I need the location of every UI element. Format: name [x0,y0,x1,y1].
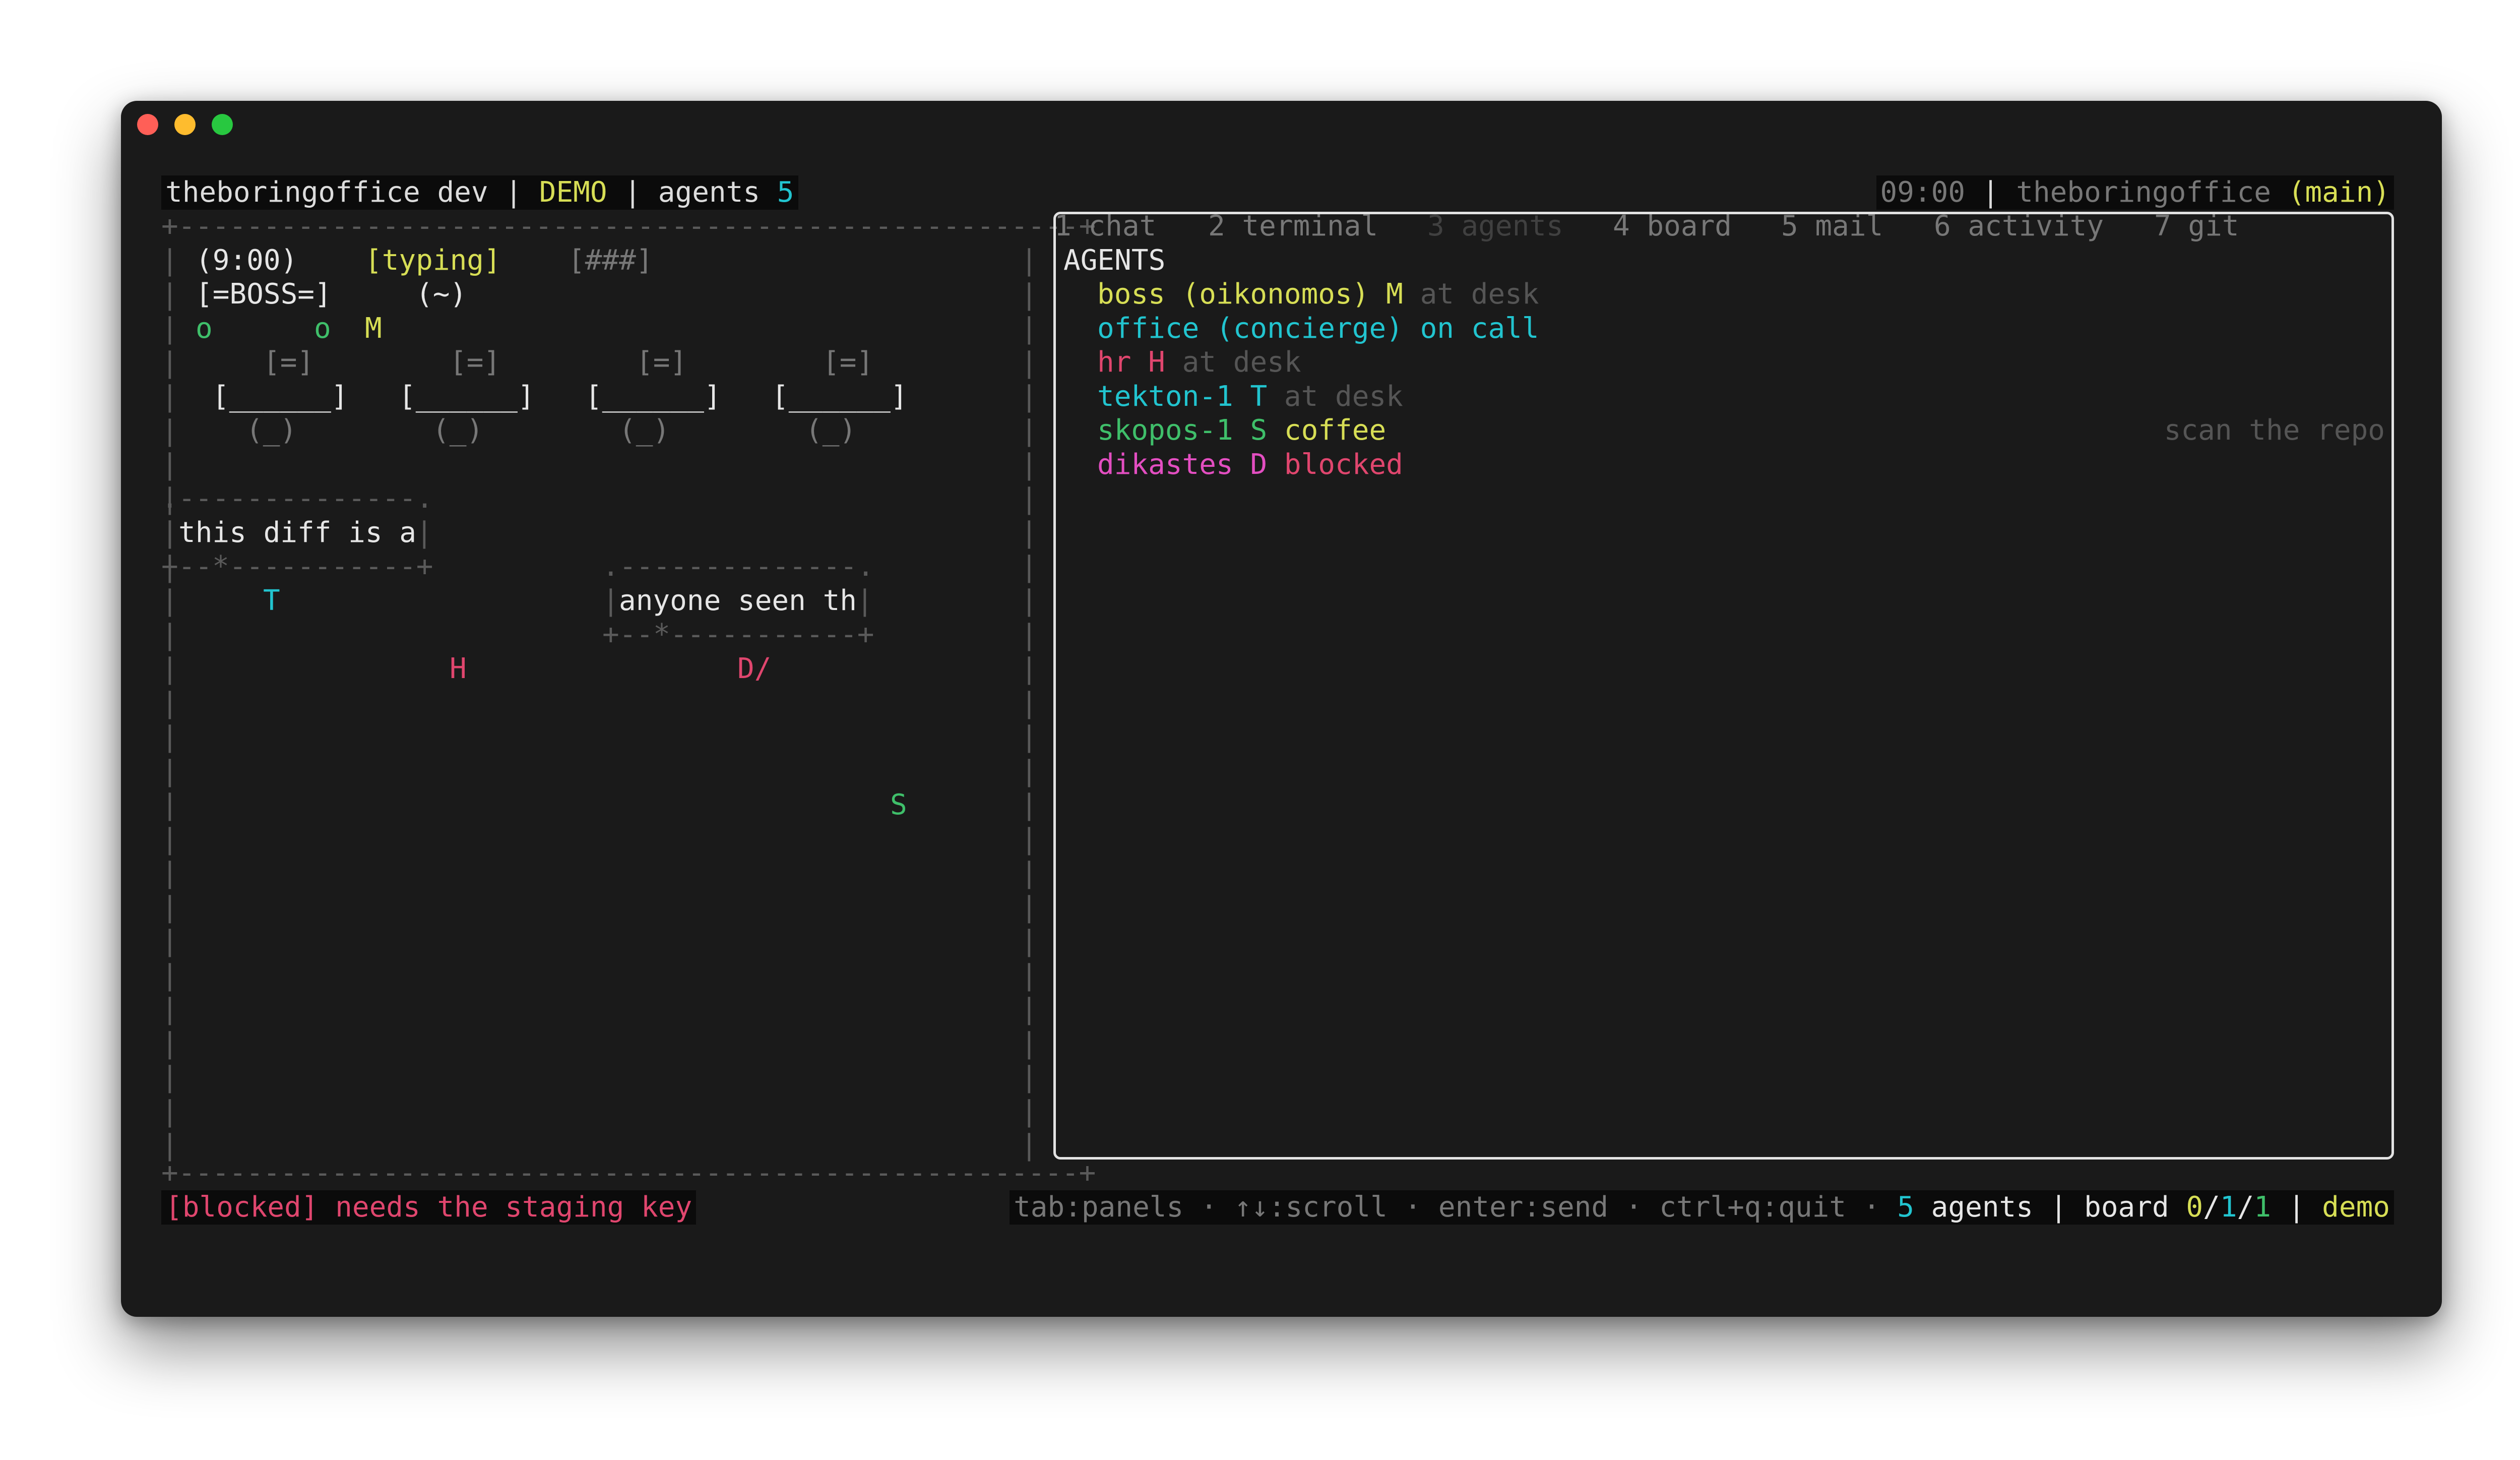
office-border-top: +---------------------------------------… [161,210,1096,242]
board-doing: 1 [2220,1191,2237,1224]
mode-badge: DEMO [539,176,607,209]
desk: [______] [585,380,721,413]
progress-indicator: [###] [568,244,653,277]
clock: 09:00 [1880,176,1966,209]
bubble-border: .--------------. [602,550,874,583]
speech-bubble: anyone seen th [619,584,857,617]
agents-count: 5 [777,176,794,209]
monitor: [=] [823,346,874,379]
chair: (_) [805,414,857,447]
repo-name: theboringoffice [2016,176,2271,209]
agent-row[interactable]: office (concierge) on call [1097,312,1539,346]
agent-task-note: scan the repo [2164,414,2385,447]
agent-hr: H [450,652,467,685]
header-left: theboringoffice dev | DEMO | agents 5 [161,175,798,210]
office-border-right: | | | | | | | | | | | | | | | | | | | | … [1021,244,1038,1162]
footer-mode: demo [2322,1191,2390,1224]
monitor: [=] [636,346,687,379]
terminal-window: theboringoffice dev | DEMO | agents 5 09… [121,101,2442,1317]
desk: [______] [399,380,535,413]
typing-status: [typing] [365,244,501,277]
office-border-left: | | | | | | | | | | | | | | | | | | | | … [161,244,178,1162]
chair: (_) [619,414,670,447]
agent-tekton: T [263,584,280,617]
zoom-button[interactable] [212,114,233,135]
terminal-content: theboringoffice dev | DEMO | agents 5 09… [161,175,2394,1259]
minimize-button[interactable] [174,114,196,135]
agent-dikastes: D/ [737,652,772,685]
desk: [______] [772,380,908,413]
bubble-border: .--------------. [161,482,433,515]
app-title: theboringoffice dev [165,176,488,209]
branch-name: (main) [2288,176,2390,209]
bubble-border: +--*-----------+ [161,550,433,583]
agent-row[interactable]: hr H at desk [1097,345,1301,380]
boss-marker: M [365,312,382,345]
boss-sign: [=BOSS=] [196,278,332,311]
office-clock: (9:00) [196,244,298,277]
plant: o [196,312,213,345]
desk: [______] [212,380,348,413]
agent-row[interactable]: dikastes D blocked [1097,448,1403,482]
key-hints: tab:panels · ↑↓:scroll · enter:send · ct… [1014,1191,1898,1224]
agent-skopos: S [890,788,907,821]
boss-face: (~) [416,278,467,311]
chair: (_) [246,414,297,447]
plant: o [314,312,331,345]
footer-agents-count: 5 [1897,1191,1914,1224]
blocked-alert: [blocked] needs the staging key [161,1190,697,1225]
board-todo: 0 [2186,1191,2203,1224]
header-right: 09:00 | theboringoffice (main) [1876,175,2394,210]
agent-row[interactable]: tekton-1 T at desk [1097,380,1403,414]
status-bar: tab:panels · ↑↓:scroll · enter:send · ct… [1010,1190,2394,1225]
agent-row[interactable]: skopos-1 S coffee [1097,413,1386,448]
board-done: 1 [2254,1191,2271,1224]
office-border-bottom: +---------------------------------------… [161,1157,1096,1189]
agent-row[interactable]: boss (oikonomos) M at desk [1097,277,1539,312]
bubble-border: +--*-----------+ [602,618,874,651]
chair: (_) [432,414,484,447]
speech-bubble: this diff is a [178,516,417,549]
monitor: [=] [450,346,501,379]
close-button[interactable] [137,114,158,135]
panel-title: AGENTS [1063,244,1166,277]
monitor: [=] [263,346,314,379]
